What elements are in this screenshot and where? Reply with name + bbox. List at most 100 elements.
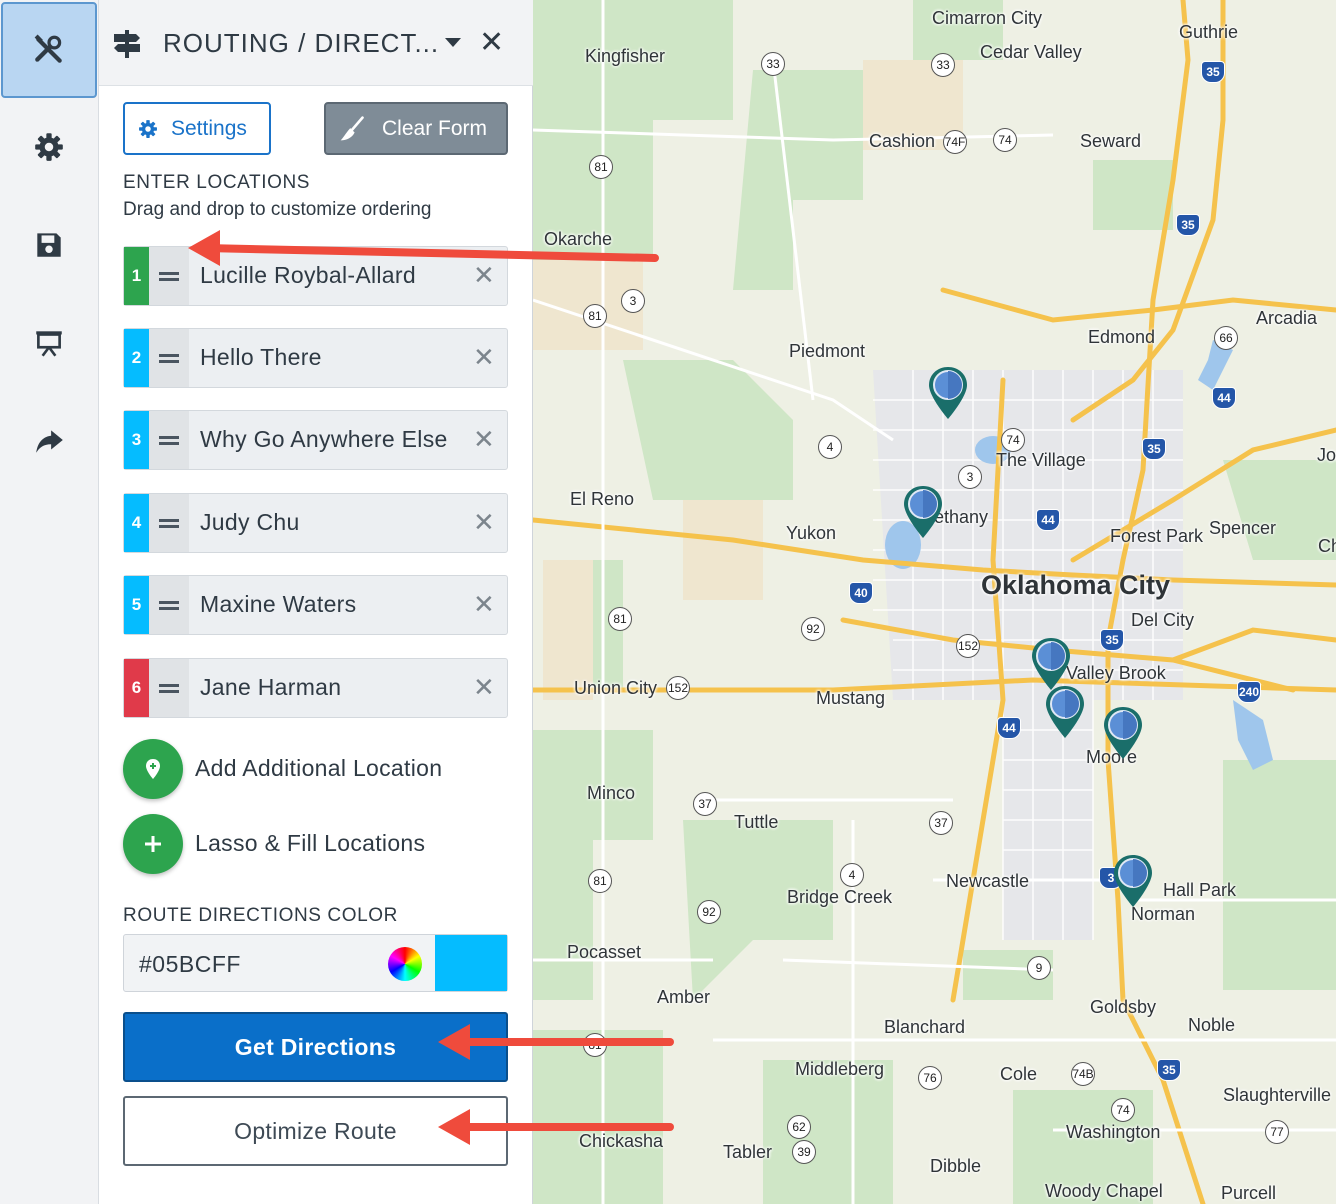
drag-handle-icon[interactable] — [149, 494, 189, 552]
location-row[interactable]: 4 Judy Chu ✕ — [123, 493, 508, 553]
map-place-label: The Village — [996, 450, 1086, 470]
broom-icon — [340, 115, 364, 140]
map-place-label: Yukon — [786, 523, 837, 543]
clear-form-button[interactable]: Clear Form — [324, 102, 508, 155]
save-rail-button[interactable] — [0, 196, 98, 294]
gear-icon — [139, 119, 157, 138]
remove-location-icon[interactable]: ✕ — [473, 673, 495, 701]
location-number-badge: 2 — [124, 329, 149, 387]
drag-handle-icon[interactable] — [149, 659, 189, 717]
ordering-hint: Drag and drop to customize ordering — [123, 199, 432, 220]
location-name[interactable]: Hello There — [200, 344, 462, 371]
route-color-heading: ROUTE DIRECTIONS COLOR — [123, 905, 398, 926]
add-location-label[interactable]: Add Additional Location — [195, 755, 442, 782]
map-place-label: Cashion — [869, 131, 936, 151]
route-shield: 77 — [1265, 1120, 1289, 1144]
settings-rail-button[interactable] — [0, 98, 98, 196]
route-shield: 9 — [1027, 956, 1051, 980]
map-place-label: Cimarron City — [932, 8, 1043, 28]
map-place-label: Amber — [657, 987, 711, 1007]
route-shield: 4 — [818, 435, 842, 459]
panel-title[interactable]: ROUTING / DIRECT... — [163, 28, 439, 59]
interstate-shield: 44 — [1036, 509, 1060, 531]
color-swatch[interactable] — [435, 935, 507, 991]
map-pin-icon — [146, 759, 160, 779]
interstate-shield: 44 — [1212, 387, 1236, 409]
route-color-field[interactable]: #05BCFF — [123, 934, 508, 992]
route-shield: 152 — [956, 634, 980, 658]
map-place-label: Purcell — [1221, 1183, 1277, 1203]
map-view[interactable]: Cimarron City Guthrie Kingfisher Cedar Vall… — [533, 0, 1336, 1204]
drag-handle-icon[interactable] — [149, 411, 189, 469]
app-window: ROUTING / DIRECT... ✕ Settings Clear For… — [0, 0, 1336, 1204]
map-place-label: Washington — [1066, 1122, 1161, 1142]
remove-location-icon[interactable]: ✕ — [473, 590, 495, 618]
route-shield: 81 — [583, 304, 607, 328]
map-place-label: Noble — [1188, 1015, 1236, 1035]
location-row[interactable]: 5 Maxine Waters ✕ — [123, 575, 508, 635]
location-row[interactable]: 6 Jane Harman ✕ — [123, 658, 508, 718]
map-pin-icon[interactable] — [1044, 684, 1086, 740]
tools-rail-button[interactable] — [1, 2, 97, 98]
route-shield: 81 — [589, 155, 613, 179]
drag-handle-icon[interactable] — [149, 576, 189, 634]
map-place-label: Tuttle — [734, 812, 779, 832]
map-pin-icon[interactable] — [1102, 705, 1144, 761]
lasso-fill-label[interactable]: Lasso & Fill Locations — [195, 830, 425, 857]
presentation-icon — [36, 331, 62, 357]
route-shield: 33 — [761, 52, 785, 76]
map-pin-icon[interactable] — [1112, 853, 1154, 909]
map-place-label: Mustang — [816, 688, 886, 708]
map-place-label: Piedmont — [789, 341, 866, 361]
location-row[interactable]: 2 Hello There ✕ — [123, 328, 508, 388]
add-location-button[interactable] — [123, 739, 183, 799]
route-shield: 92 — [697, 900, 721, 924]
route-shield: 37 — [929, 811, 953, 835]
settings-button[interactable]: Settings — [123, 102, 271, 155]
share-rail-button[interactable] — [0, 392, 98, 490]
location-name[interactable]: Jane Harman — [200, 674, 462, 701]
map-pin-icon[interactable] — [927, 365, 969, 421]
lasso-fill-button[interactable] — [123, 814, 183, 874]
map-place-label: Bridge Creek — [787, 887, 893, 907]
interstate-shield: 35 — [1100, 629, 1124, 651]
color-wheel-icon[interactable] — [388, 947, 422, 981]
map-place-label: Cole — [1000, 1064, 1038, 1084]
enter-locations-heading: ENTER LOCATIONS — [123, 172, 311, 193]
chevron-down-icon[interactable] — [445, 38, 461, 47]
map-place-label: Dibble — [930, 1156, 982, 1176]
location-name[interactable]: Why Go Anywhere Else — [200, 426, 462, 453]
optimize-route-button[interactable]: Optimize Route — [123, 1096, 508, 1166]
interstate-shield: 40 — [849, 582, 873, 604]
location-name[interactable]: Maxine Waters — [200, 591, 462, 618]
route-shield: 74B — [1071, 1062, 1095, 1086]
settings-button-label: Settings — [171, 116, 247, 140]
remove-location-icon[interactable]: ✕ — [473, 508, 495, 536]
location-name[interactable]: Judy Chu — [200, 509, 462, 536]
interstate-shield: 35 — [1142, 438, 1166, 460]
drag-handle-icon[interactable] — [149, 247, 189, 305]
route-color-value[interactable]: #05BCFF — [139, 951, 241, 978]
remove-location-icon[interactable]: ✕ — [473, 425, 495, 453]
map-place-label: Del City — [1131, 610, 1195, 630]
map-place-label: Goldsby — [1090, 997, 1157, 1017]
location-name[interactable]: Lucille Roybal-Allard — [200, 262, 462, 289]
route-shield: 81 — [583, 1033, 607, 1057]
close-icon[interactable]: ✕ — [479, 28, 504, 58]
map-pin-icon[interactable] — [902, 484, 944, 540]
get-directions-button[interactable]: Get Directions — [123, 1012, 508, 1082]
presentation-rail-button[interactable] — [0, 294, 98, 392]
route-shield: 74 — [1111, 1098, 1135, 1122]
map-place-label: Valley Brook — [1066, 663, 1166, 683]
location-row[interactable]: 3 Why Go Anywhere Else ✕ — [123, 410, 508, 470]
route-shield: 62 — [787, 1115, 811, 1139]
map-place-label: Chickasha — [579, 1131, 664, 1151]
map-place-label: Woody Chapel — [1045, 1181, 1163, 1201]
remove-location-icon[interactable]: ✕ — [473, 261, 495, 289]
remove-location-icon[interactable]: ✕ — [473, 343, 495, 371]
route-shield: 74F — [943, 130, 967, 154]
save-icon — [37, 233, 61, 257]
drag-handle-icon[interactable] — [149, 329, 189, 387]
route-shield: 81 — [608, 607, 632, 631]
location-row[interactable]: 1 Lucille Roybal-Allard ✕ — [123, 246, 508, 306]
